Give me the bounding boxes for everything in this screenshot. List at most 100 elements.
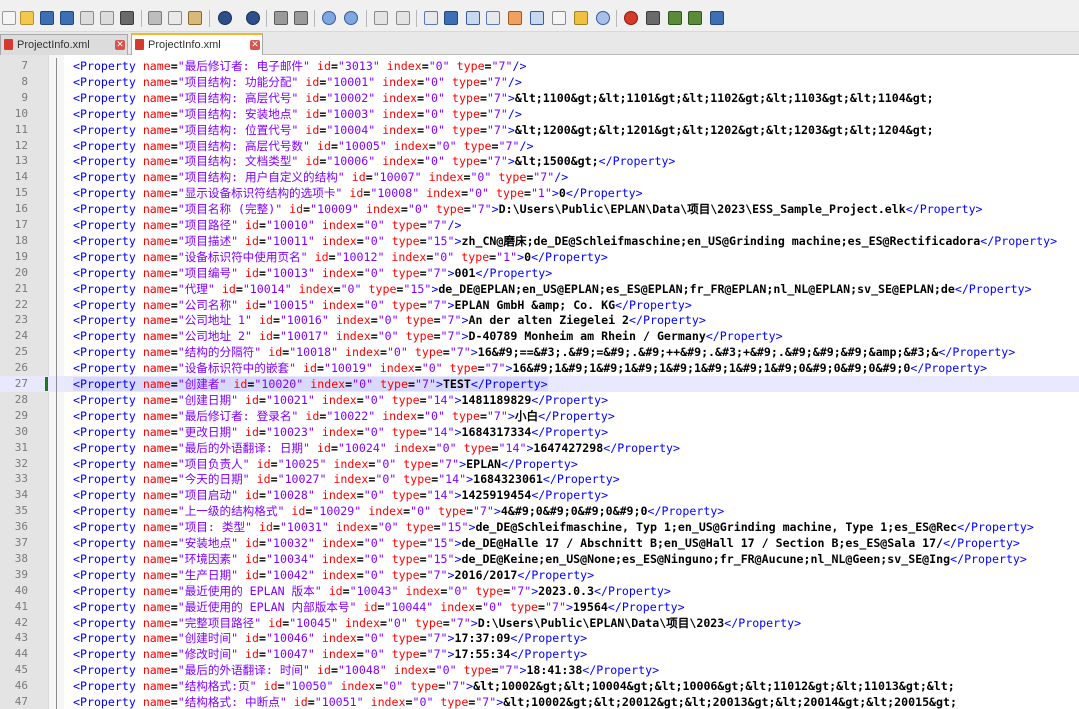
fold-guide xyxy=(56,678,57,695)
play-macro-icon[interactable] xyxy=(668,11,682,25)
tab-projectinfo-2[interactable]: ProjectInfo.xml ✕ xyxy=(131,33,263,55)
code-line[interactable]: 9 <Property name="项目结构: 高层代号" id="10002" … xyxy=(0,89,1079,106)
fold-guide xyxy=(56,217,57,233)
code-line[interactable]: 33 <Property name="今天的日期" id="10027" inde… xyxy=(0,471,1079,488)
code-line[interactable]: 37 <Property name="安装地点" id="10032" index… xyxy=(0,535,1079,551)
code-line[interactable]: 32 <Property name="项目负责人" id="10025" inde… xyxy=(0,455,1079,472)
code-line[interactable]: 41 <Property name="最近使用的 EPLAN 内部版本号" id=… xyxy=(0,598,1079,615)
tab-projectinfo-1[interactable]: ProjectInfo.xml ✕ xyxy=(0,34,128,55)
code-line[interactable]: 12 <Property name="项目结构: 高层代号数" id="10005… xyxy=(0,137,1079,154)
fold-guide xyxy=(56,232,57,249)
fold-guide xyxy=(56,471,57,488)
close-icon[interactable]: ✕ xyxy=(115,40,125,50)
code-line[interactable]: 39 <Property name="生产日期" id="10042" index… xyxy=(0,566,1079,583)
code-line[interactable]: 13 <Property name="项目结构: 文档类型" id="10006"… xyxy=(0,153,1079,170)
code-line[interactable]: 23 <Property name="公司地址 1" id="10016" ind… xyxy=(0,312,1079,329)
line-number: 19 xyxy=(14,249,28,263)
code-line[interactable]: 45 <Property name="最后的外语翻译: 时间" id="10048… xyxy=(0,662,1079,679)
code-line[interactable]: 42 <Property name="完整项目路径" id="10045" ind… xyxy=(0,614,1079,631)
view-icon[interactable] xyxy=(596,11,610,25)
open-file-icon[interactable] xyxy=(20,11,34,25)
code-line[interactable]: 35 <Property name="上一级的结构格式" id="10029" i… xyxy=(0,503,1079,520)
fold-guide xyxy=(56,662,57,679)
code-line[interactable]: 40 <Property name="最近使用的 EPLAN 版本" id="10… xyxy=(0,582,1079,599)
code-text: <Property name="项目结构: 安装地点" id="10003" i… xyxy=(73,106,522,121)
undo-icon[interactable] xyxy=(218,11,232,25)
fold-guide xyxy=(56,360,57,377)
copy-icon[interactable] xyxy=(168,11,182,25)
line-number: 37 xyxy=(14,536,28,549)
fold-guide xyxy=(56,407,57,424)
fold-guide xyxy=(56,646,57,663)
code-line[interactable]: 14 <Property name="项目结构: 用户自定义的结构" id="10… xyxy=(0,169,1079,186)
tab-bar: ProjectInfo.xml ✕ ProjectInfo.xml ✕ xyxy=(0,32,1079,55)
code-text: <Property name="环境因素" id="10034" index="… xyxy=(73,551,1027,566)
code-line[interactable]: 26 <Property name="设备标识符中的嵌套" id="10019" … xyxy=(0,360,1079,377)
word-wrap-icon[interactable] xyxy=(424,11,438,25)
close-all-icon[interactable] xyxy=(100,11,114,25)
sync-horizontal-icon[interactable] xyxy=(396,11,410,25)
indent-guide-icon[interactable] xyxy=(466,11,480,25)
code-line[interactable]: 34 <Property name="项目启动" id="10028" index… xyxy=(0,487,1079,504)
print-icon[interactable] xyxy=(120,11,134,25)
line-number: 11 xyxy=(14,122,28,136)
zoom-in-icon[interactable] xyxy=(322,11,336,25)
show-all-characters-icon[interactable] xyxy=(444,11,458,25)
function-list-icon[interactable] xyxy=(508,11,522,25)
redo-icon[interactable] xyxy=(246,11,260,25)
code-line[interactable]: 29 <Property name="最后修订者: 登录名" id="10022"… xyxy=(0,407,1079,424)
code-line[interactable]: 15 <Property name="显示设备标识符结构的选项卡" id="100… xyxy=(0,185,1079,202)
line-number: 12 xyxy=(14,138,28,152)
save-icon[interactable] xyxy=(40,11,54,25)
cut-icon[interactable] xyxy=(148,11,162,25)
code-line[interactable]: 24 <Property name="公司地址 2" id="10017" ind… xyxy=(0,328,1079,345)
run-macro-multiple-icon[interactable] xyxy=(688,11,702,25)
code-line[interactable]: 46 <Property name="结构格式:页" id="10050" ind… xyxy=(0,678,1079,695)
monitoring-icon[interactable] xyxy=(552,11,566,25)
document-map-icon[interactable] xyxy=(486,11,500,25)
replace-icon[interactable] xyxy=(294,11,308,25)
code-line[interactable]: 43 <Property name="创建时间" id="10046" index… xyxy=(0,630,1079,647)
code-line[interactable]: 44 <Property name="修改时间" id="10047" index… xyxy=(0,646,1079,663)
zoom-out-icon[interactable] xyxy=(344,11,358,25)
code-line[interactable]: 20 <Property name="项目编号" id="10013" index… xyxy=(0,264,1079,281)
new-file-icon[interactable] xyxy=(2,11,16,25)
sync-vertical-icon[interactable] xyxy=(374,11,388,25)
code-line[interactable]: 19 <Property name="设备标识符中使用页名" id="10012"… xyxy=(0,248,1079,265)
code-line[interactable]: 31 <Property name="最后的外语翻译: 日期" id="10024… xyxy=(0,439,1079,456)
stop-macro-icon[interactable] xyxy=(646,11,660,25)
language-icon[interactable] xyxy=(574,11,588,25)
code-editor[interactable]: 7 <Property name="最后修订者: 电子邮件" id="3013" … xyxy=(0,55,1079,709)
folder-workspace-icon[interactable] xyxy=(530,11,544,25)
code-line[interactable]: 8 <Property name="项目结构: 功能分配" id="10001" … xyxy=(0,73,1079,90)
fold-guide xyxy=(56,566,57,583)
close-icon[interactable]: ✕ xyxy=(250,40,260,50)
line-number: 40 xyxy=(14,583,28,597)
code-line[interactable]: 21 <Property name="代理" id="10014" index="… xyxy=(0,280,1079,297)
code-line[interactable]: 11 <Property name="项目结构: 位置代号" id="10004"… xyxy=(0,121,1079,138)
code-line[interactable]: 16 <Property name="项目名称 (完整)" id="10009" … xyxy=(0,201,1079,218)
save-all-icon[interactable] xyxy=(60,11,74,25)
code-line[interactable]: 17 <Property name="项目路径" id="10010" index… xyxy=(0,217,1079,233)
record-macro-icon[interactable] xyxy=(624,11,638,25)
code-line[interactable]: 27 <Property name="创建者" id="10020" index=… xyxy=(0,376,1079,392)
code-line[interactable]: 10 <Property name="项目结构: 安装地点" id="10003"… xyxy=(0,105,1079,122)
code-line[interactable]: 38 <Property name="环境因素" id="10034" index… xyxy=(0,550,1079,567)
code-line[interactable]: 18 <Property name="项目描述" id="10011" index… xyxy=(0,232,1079,249)
code-line[interactable]: 7 <Property name="最后修订者: 电子邮件" id="3013" … xyxy=(0,58,1079,74)
file-icon xyxy=(135,39,144,50)
save-macro-icon[interactable] xyxy=(710,11,724,25)
code-line[interactable]: 28 <Property name="创建日期" id="10021" index… xyxy=(0,391,1079,408)
code-line[interactable]: 36 <Property name="项目: 类型" id="10031" ind… xyxy=(0,519,1079,536)
line-number: 25 xyxy=(14,345,28,359)
code-line[interactable]: 25 <Property name="结构的分隔符" id="10018" ind… xyxy=(0,344,1079,361)
line-number: 8 xyxy=(21,74,28,88)
code-line[interactable]: 30 <Property name="更改日期" id="10023" index… xyxy=(0,423,1079,440)
find-icon[interactable] xyxy=(274,11,288,25)
close-file-icon[interactable] xyxy=(80,11,94,25)
line-number: 32 xyxy=(14,456,28,470)
fold-guide xyxy=(56,439,57,456)
paste-icon[interactable] xyxy=(188,11,202,25)
code-line[interactable]: 47 <Property name="结构格式: 中断点" id="10051" … xyxy=(0,694,1079,709)
code-line[interactable]: 22 <Property name="公司名称" id="10015" index… xyxy=(0,296,1079,313)
